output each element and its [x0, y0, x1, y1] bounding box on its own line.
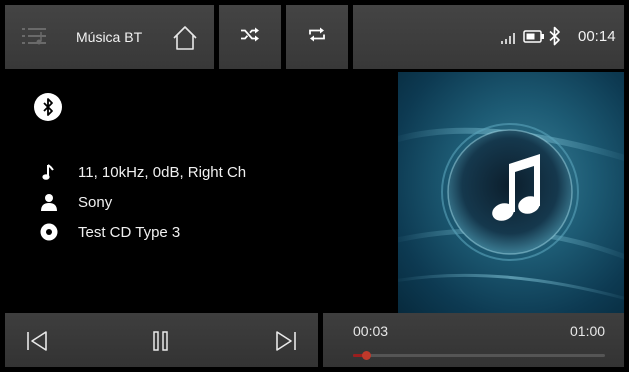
artist-row: Sony: [40, 192, 112, 212]
pause-icon: [153, 331, 168, 351]
album-art: [398, 72, 624, 313]
next-button[interactable]: [271, 327, 301, 355]
shuffle-icon: [240, 27, 260, 48]
app-title-bar: Música BT: [5, 5, 214, 69]
skip-previous-icon: [27, 331, 47, 351]
menu-icon[interactable]: [22, 26, 50, 48]
progress-panel: 00:03 01:00: [323, 313, 624, 367]
bluetooth-source-icon: [34, 93, 62, 121]
track-title: 11, 10kHz, 0dB, Right Ch: [78, 163, 247, 181]
play-pause-button[interactable]: [146, 327, 176, 355]
seek-bar[interactable]: [353, 351, 605, 360]
skip-next-icon: [276, 331, 296, 351]
signal-icon: [501, 31, 517, 49]
shuffle-button[interactable]: [219, 5, 281, 69]
music-note-icon: [40, 163, 58, 181]
album-name: Test CD Type 3: [78, 223, 181, 241]
app-title: Música BT: [76, 29, 143, 45]
track-title-row: 11, 10kHz, 0dB, Right Ch: [40, 162, 246, 182]
repeat-button[interactable]: [286, 5, 348, 69]
album-row: Test CD Type 3: [40, 222, 180, 242]
disc-icon: [40, 223, 58, 241]
status-bar: 00:14: [353, 5, 624, 69]
home-icon[interactable]: [171, 24, 199, 52]
player-screen: Música BT 00:14 11, 10kHz, 0dB, Right Ch…: [5, 5, 624, 367]
repeat-icon: [307, 26, 327, 49]
clock: 00:14: [578, 28, 616, 45]
playback-controls: [5, 313, 318, 367]
battery-icon: [523, 30, 545, 48]
elapsed-time: 00:03: [353, 323, 389, 339]
person-icon: [40, 193, 58, 211]
bluetooth-icon: [549, 26, 561, 51]
artist-name: Sony: [78, 193, 113, 211]
total-duration: 01:00: [570, 323, 606, 339]
seek-thumb[interactable]: [361, 351, 371, 360]
previous-button[interactable]: [22, 327, 52, 355]
